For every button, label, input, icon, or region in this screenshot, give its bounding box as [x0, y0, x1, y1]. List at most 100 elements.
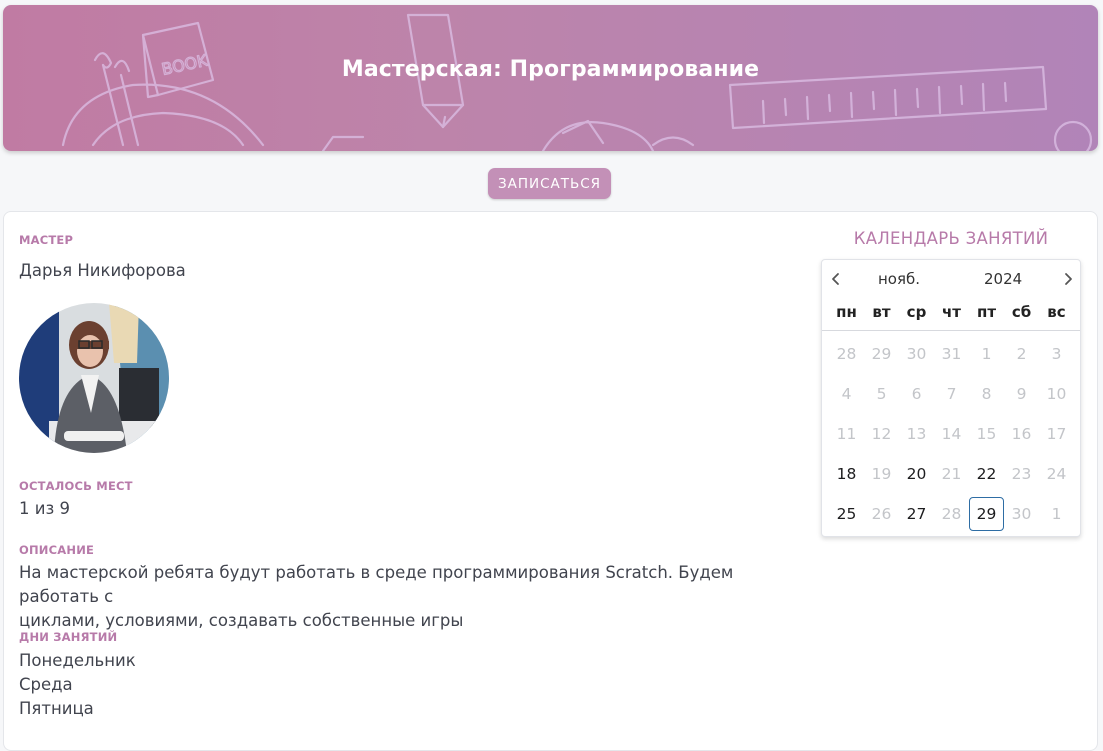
weekday-label: вт [872, 303, 891, 321]
calendar-day-number: 27 [906, 505, 927, 523]
calendar-next-button[interactable] [1056, 267, 1080, 291]
schedule-days-label: ДНИ ЗАНЯТИЙ [19, 630, 118, 644]
weekday-label: пт [976, 303, 997, 321]
calendar-day-number: 29 [969, 497, 1004, 531]
calendar-day: 30 [899, 334, 934, 374]
calendar-day[interactable]: 22 [969, 454, 1004, 494]
calendar-day: 1 [1039, 494, 1074, 534]
calendar-day: 7 [934, 374, 969, 414]
calendar-day-number: 26 [871, 505, 892, 523]
master-name: Дарья Никифорова [19, 261, 186, 280]
calendar-day-number: 20 [906, 465, 927, 483]
calendar-day: 2 [1004, 334, 1039, 374]
calendar-day: 8 [969, 374, 1004, 414]
calendar-day: 15 [969, 414, 1004, 454]
calendar-day-number: 13 [906, 425, 927, 443]
description-line: На мастерской ребята будут работать в ср… [19, 563, 734, 606]
calendar-day-number: 8 [981, 385, 992, 403]
calendar-day-number: 19 [871, 465, 892, 483]
calendar-header: нояб. 2024 [822, 260, 1080, 298]
calendar-day: 19 [864, 454, 899, 494]
calendar-month[interactable]: нояб. [878, 270, 920, 288]
header-banner: BOOK Мастерская: Программирование [3, 5, 1098, 151]
calendar-day-number: 1 [1051, 505, 1062, 523]
calendar-day: 23 [1004, 454, 1039, 494]
calendar-day: 21 [934, 454, 969, 494]
calendar-day-number: 30 [1011, 505, 1032, 523]
calendar-day: 9 [1004, 374, 1039, 414]
calendar-day-number: 5 [876, 385, 887, 403]
master-photo [19, 303, 169, 453]
enroll-button[interactable]: ЗАПИСАТЬСЯ [488, 168, 611, 199]
chevron-right-icon [1065, 273, 1072, 285]
calendar-day-number: 1 [981, 345, 992, 363]
calendar-day[interactable]: 25 [829, 494, 864, 534]
calendar-day-number: 22 [976, 465, 997, 483]
calendar-day-number: 18 [836, 465, 857, 483]
chevron-left-icon [832, 273, 839, 285]
calendar-day[interactable]: 27 [899, 494, 934, 534]
calendar-day: 26 [864, 494, 899, 534]
calendar-day: 12 [864, 414, 899, 454]
calendar-day: 5 [864, 374, 899, 414]
seats-label: ОСТАЛОСЬ МЕСТ [19, 479, 133, 493]
weekday-label: сб [1011, 303, 1032, 321]
calendar-day-number: 21 [941, 465, 962, 483]
calendar-day-number: 6 [911, 385, 922, 403]
calendar-prev-button[interactable] [824, 267, 848, 291]
page-title: Мастерская: Программирование [341, 57, 760, 82]
weekday-label: ср [906, 303, 927, 321]
calendar-day[interactable]: 20 [899, 454, 934, 494]
description-line: циклами, условиями, создавать собственны… [19, 611, 464, 630]
calendar-day-number: 25 [836, 505, 857, 523]
calendar-day-number: 3 [1051, 345, 1062, 363]
calendar-day-number: 23 [1011, 465, 1032, 483]
calendar-day: 10 [1039, 374, 1074, 414]
calendar-day: 28 [829, 334, 864, 374]
calendar-day-number: 17 [1046, 425, 1067, 443]
schedule-day: Среда [19, 675, 73, 694]
calendar-day-number: 28 [941, 505, 962, 523]
calendar-day-number: 29 [871, 345, 892, 363]
calendar-day-number: 9 [1016, 385, 1027, 403]
calendar-day: 17 [1039, 414, 1074, 454]
calendar-day-number: 4 [841, 385, 852, 403]
calendar-day-selected[interactable]: 29 [969, 494, 1004, 534]
seats-value: 1 из 9 [19, 499, 70, 518]
calendar-day: 3 [1039, 334, 1074, 374]
schedule-day: Пятница [19, 699, 94, 718]
calendar-day-number: 2 [1016, 345, 1027, 363]
description-label: ОПИСАНИЕ [19, 543, 95, 557]
calendar-day: 11 [829, 414, 864, 454]
calendar-day: 14 [934, 414, 969, 454]
calendar-day: 24 [1039, 454, 1074, 494]
calendar-day: 6 [899, 374, 934, 414]
calendar-day-number: 15 [976, 425, 997, 443]
calendar-day-number: 14 [941, 425, 962, 443]
schedule-days-list: Понедельник Среда Пятница [19, 649, 136, 721]
calendar-year[interactable]: 2024 [984, 270, 1022, 288]
calendar-day: 28 [934, 494, 969, 534]
weekday-label: вс [1047, 303, 1066, 321]
calendar-day[interactable]: 18 [829, 454, 864, 494]
weekday-label: пн [836, 303, 857, 321]
calendar-day-number: 30 [906, 345, 927, 363]
calendar-day-number: 12 [871, 425, 892, 443]
master-avatar [19, 303, 169, 453]
calendar-days-grid: 28 29 30 31 1 2 3 4 5 6 7 8 9 10 11 12 13 14 15 16 17 18 19 20 2… [829, 334, 1074, 534]
calendar-day-number: 24 [1046, 465, 1067, 483]
calendar-day: 1 [969, 334, 1004, 374]
calendar-divider [822, 330, 1080, 331]
description-text: На мастерской ребята будут работать в ср… [19, 561, 809, 633]
calendar-day-number: 10 [1046, 385, 1067, 403]
calendar-day-number: 7 [946, 385, 957, 403]
calendar-day: 4 [829, 374, 864, 414]
calendar-widget: нояб. 2024 пн вт ср чт пт сб вс 28 29 30 31… [821, 259, 1081, 537]
master-label: МАСТЕР [19, 233, 74, 247]
calendar-title: КАЛЕНДАРЬ ЗАНЯТИЙ [853, 229, 1049, 248]
calendar-day: 31 [934, 334, 969, 374]
weekday-label: чт [942, 303, 961, 321]
schedule-day: Понедельник [19, 651, 136, 670]
calendar-day: 16 [1004, 414, 1039, 454]
calendar-day: 13 [899, 414, 934, 454]
